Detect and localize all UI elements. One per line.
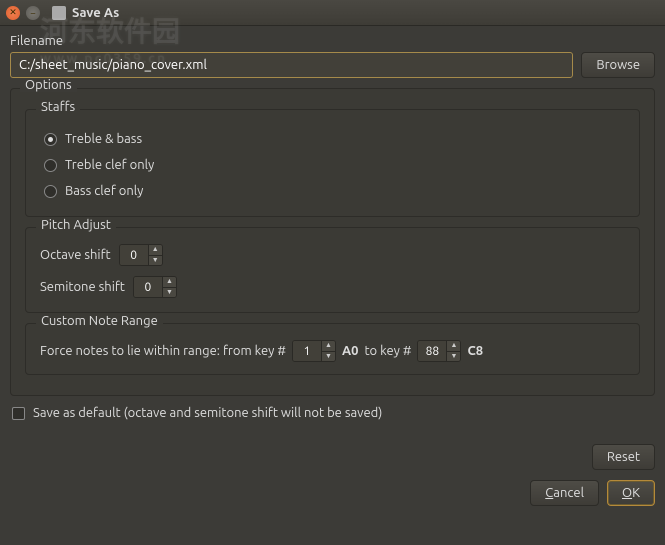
spinner-up-icon[interactable]: ▲ (163, 277, 176, 288)
custom-note-range-group: Custom Note Range Force notes to lie wit… (25, 323, 640, 375)
save-default-label: Save as default (octave and semitone shi… (33, 406, 382, 420)
options-label: Options (20, 78, 77, 92)
save-default-row[interactable]: Save as default (octave and semitone shi… (12, 406, 653, 420)
minimize-icon[interactable]: – (26, 6, 40, 20)
checkbox-icon[interactable] (12, 407, 25, 420)
filename-label: Filename (10, 34, 655, 48)
semitone-shift-input[interactable] (134, 277, 162, 297)
browse-button[interactable]: Browse (581, 52, 655, 78)
spinner-down-icon[interactable]: ▼ (322, 352, 335, 362)
cancel-button[interactable]: Cancel (530, 480, 599, 506)
pitch-adjust-group: Pitch Adjust Octave shift ▲▼ Semitone sh… (25, 227, 640, 313)
reset-button[interactable]: Reset (592, 444, 655, 470)
document-icon (52, 6, 66, 20)
spinner-down-icon[interactable]: ▼ (163, 288, 176, 298)
pitch-adjust-label: Pitch Adjust (36, 218, 116, 232)
staffs-label: Staffs (36, 100, 80, 114)
radio-label: Bass clef only (65, 184, 143, 198)
from-key-spinner[interactable]: ▲▼ (292, 340, 336, 362)
radio-label: Treble clef only (65, 158, 154, 172)
custom-range-label: Custom Note Range (36, 314, 163, 328)
octave-shift-input[interactable] (120, 245, 148, 265)
ok-button[interactable]: OK (607, 480, 655, 506)
options-group: Staffs Treble & bass Treble clef only (10, 88, 655, 396)
spinner-down-icon[interactable]: ▼ (149, 256, 162, 266)
to-note: C8 (467, 344, 483, 358)
staffs-group: Staffs Treble & bass Treble clef only (25, 109, 640, 217)
to-key-spinner[interactable]: ▲▼ (417, 340, 461, 362)
close-icon[interactable]: ✕ (6, 6, 20, 20)
window-controls: ✕ – (6, 6, 40, 20)
spinner-down-icon[interactable]: ▼ (447, 352, 460, 362)
from-key-input[interactable] (293, 341, 321, 361)
radio-icon (44, 133, 57, 146)
radio-treble-only[interactable]: Treble clef only (40, 152, 625, 178)
radio-treble-bass[interactable]: Treble & bass (40, 126, 625, 152)
semitone-shift-label: Semitone shift (40, 280, 125, 294)
radio-icon (44, 185, 57, 198)
semitone-shift-spinner[interactable]: ▲▼ (133, 276, 177, 298)
radio-icon (44, 159, 57, 172)
dialog-content: Filename Browse Options Staffs Treble & … (0, 26, 665, 444)
filename-input[interactable] (10, 52, 573, 78)
octave-shift-label: Octave shift (40, 248, 111, 262)
to-key-input[interactable] (418, 341, 446, 361)
range-mid: to key # (364, 344, 411, 358)
titlebar: ✕ – Save As (0, 0, 665, 26)
from-note: A0 (342, 344, 358, 358)
radio-bass-only[interactable]: Bass clef only (40, 178, 625, 204)
octave-shift-spinner[interactable]: ▲▼ (119, 244, 163, 266)
window-title: Save As (72, 6, 119, 20)
spinner-up-icon[interactable]: ▲ (322, 341, 335, 352)
radio-label: Treble & bass (65, 132, 142, 146)
spinner-up-icon[interactable]: ▲ (149, 245, 162, 256)
range-prefix: Force notes to lie within range: from ke… (40, 344, 286, 358)
spinner-up-icon[interactable]: ▲ (447, 341, 460, 352)
